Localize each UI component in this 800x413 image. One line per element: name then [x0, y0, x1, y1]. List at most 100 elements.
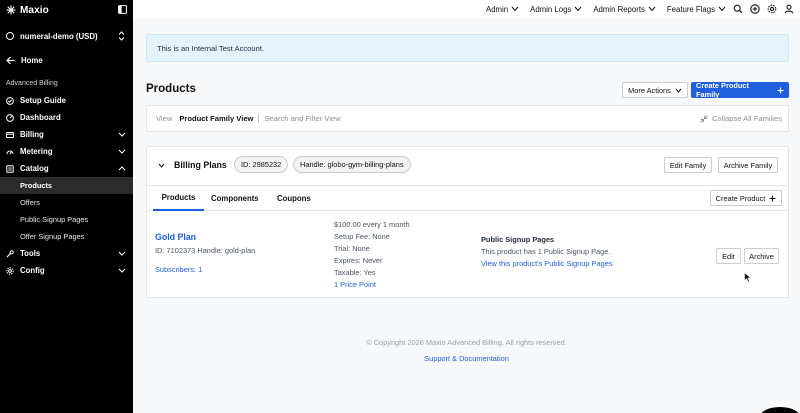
site-switcher[interactable]: numeral-demo (USD) [6, 29, 127, 43]
sidebar-item-billing[interactable]: Billing [0, 126, 133, 143]
edit-product-button[interactable]: Edit [716, 248, 741, 264]
more-actions-button[interactable]: More Actions [622, 82, 688, 98]
menu-label: Admin Reports [593, 4, 645, 14]
family-id-badge: ID: 2985232 [234, 156, 289, 173]
view-separator [258, 114, 260, 123]
chevron-up-icon [118, 165, 126, 172]
menu-admin-reports[interactable]: Admin Reports [593, 5, 656, 14]
chevron-down-icon [718, 6, 726, 12]
chevron-down-icon [118, 250, 126, 257]
product-name-link[interactable]: Gold Plan [155, 232, 196, 242]
sidebar-item-label: Dashboard [20, 113, 61, 122]
product-row: Gold Plan ID: 7102373 Handle: gold-plan … [147, 211, 788, 299]
chevron-down-icon[interactable] [158, 163, 165, 168]
tab-components[interactable]: Components [211, 186, 259, 211]
plus-icon [769, 195, 776, 202]
site-status-icon [6, 32, 14, 40]
sidebar-subitem-public-signup-pages[interactable]: Public Signup Pages [0, 211, 133, 228]
menu-label: Feature Flags [666, 4, 715, 14]
menu-label: Admin [486, 4, 509, 14]
setup-fee-text: Setup Fee: None [334, 232, 390, 241]
help-widget-button[interactable] [760, 407, 800, 413]
chevron-up-down-icon [118, 31, 125, 41]
home-link[interactable]: Home [6, 54, 43, 66]
menu-admin-logs[interactable]: Admin Logs [530, 5, 582, 14]
tab-coupons[interactable]: Coupons [277, 186, 311, 211]
price-points-link[interactable]: 1 Price Point [334, 279, 410, 291]
gear-icon [6, 266, 14, 275]
product-family-view-tab[interactable]: Product Family View [179, 114, 253, 123]
sidebar-item-catalog[interactable]: Catalog [0, 160, 133, 177]
tab-products[interactable]: Products [153, 186, 204, 211]
sidebar-item-setup-guide[interactable]: Setup Guide [0, 92, 133, 109]
product-signup-pages: Public Signup Pages This product has 1 P… [481, 234, 613, 270]
main-content: This is an Internal Test Account. Produc… [133, 18, 800, 413]
family-name: Billing Plans [174, 160, 227, 170]
card-icon [6, 131, 14, 139]
view-bar: View Product Family View Search and Filt… [146, 105, 789, 132]
taxable-text: Taxable: Yes [334, 268, 376, 277]
notice-text: This is an Internal Test Account. [157, 43, 265, 53]
menu-label: Admin Logs [530, 4, 572, 14]
menu-admin[interactable]: Admin [486, 5, 519, 14]
create-product-label: Create Product [715, 193, 766, 203]
more-actions-label: More Actions [628, 85, 671, 95]
gear-icon[interactable] [767, 4, 777, 14]
sidebar-item-label: Config [20, 266, 45, 275]
internal-test-notice: This is an Internal Test Account. [146, 34, 789, 62]
product-subscribers-link[interactable]: Subscribers: 1 [155, 265, 202, 274]
view-signup-pages-link[interactable]: View this product's Public Signup Pages [481, 258, 613, 270]
support-documentation-link[interactable]: Support & Documentation [133, 354, 800, 363]
footer-copyright: © Copyright 2026 Maxio Advanced Billing.… [366, 338, 567, 347]
add-circle-icon[interactable] [750, 4, 760, 14]
expires-text: Expires: Never [334, 256, 383, 265]
archive-product-button[interactable]: Archive [744, 248, 779, 264]
edit-family-button[interactable]: Edit Family [664, 157, 712, 173]
sidebar-item-label: Tools [20, 249, 41, 258]
search-icon[interactable] [733, 4, 743, 14]
collapse-all-label: Collapse All Families [711, 114, 782, 123]
sidebar-item-config[interactable]: Config [0, 262, 133, 279]
chevron-down-icon [675, 88, 682, 93]
search-filter-view-tab[interactable]: Search and Filter View [264, 114, 340, 123]
archive-family-button[interactable]: Archive Family [718, 157, 778, 173]
create-product-family-button[interactable]: Create Product Family [691, 81, 789, 99]
site-name: numeral-demo (USD) [20, 31, 98, 41]
sidebar-item-label: Billing [20, 130, 44, 139]
price-text: $100.00 every 1 month [334, 220, 410, 229]
sidebar: Maxio numeral-demo (USD) Home Advanced B… [0, 0, 133, 413]
sidebar-section-title: Advanced Billing [6, 80, 58, 87]
sidebar-item-tools[interactable]: Tools [0, 245, 133, 262]
home-label: Home [21, 55, 43, 65]
sidebar-item-label: Setup Guide [20, 96, 66, 105]
chevron-down-icon [118, 267, 126, 274]
sidebar-subitem-offer-signup-pages[interactable]: Offer Signup Pages [0, 228, 133, 245]
sidebar-subitem-offers[interactable]: Offers [0, 194, 133, 211]
check-circle-icon [6, 96, 14, 105]
sidebar-item-dashboard[interactable]: Dashboard [0, 109, 133, 126]
gauge-icon [6, 113, 14, 122]
sidebar-item-metering[interactable]: Metering [0, 143, 133, 160]
product-pricing: $100.00 every 1 month Setup Fee: None Tr… [334, 219, 410, 291]
sidebar-subitem-products[interactable]: Products [0, 177, 133, 194]
menu-feature-flags[interactable]: Feature Flags [667, 5, 726, 14]
create-family-label: Create Product Family [696, 81, 749, 99]
brand-name: Maxio [20, 4, 49, 16]
brand[interactable]: Maxio [6, 3, 127, 17]
chevron-down-icon [511, 6, 519, 12]
user-icon[interactable] [784, 4, 794, 14]
top-bar: Admin Admin Logs Admin Reports Feature F… [133, 0, 800, 18]
mouse-cursor-icon [744, 272, 752, 283]
wrench-icon [6, 249, 14, 258]
view-label: View [156, 114, 173, 123]
signup-pages-title: Public Signup Pages [481, 235, 555, 244]
trial-text: Trial: None [334, 244, 370, 253]
collapse-all-families-button[interactable]: Collapse All Families [700, 114, 782, 123]
catalog-icon [6, 164, 14, 173]
create-product-button[interactable]: Create Product [710, 190, 782, 206]
sidebar-item-label: Metering [20, 147, 53, 156]
sidebar-collapse-icon[interactable] [118, 5, 127, 14]
product-family-card: Billing Plans ID: 2985232 Handle: globo-… [146, 146, 789, 298]
page-title: Products [146, 83, 196, 95]
plus-icon [777, 87, 784, 94]
